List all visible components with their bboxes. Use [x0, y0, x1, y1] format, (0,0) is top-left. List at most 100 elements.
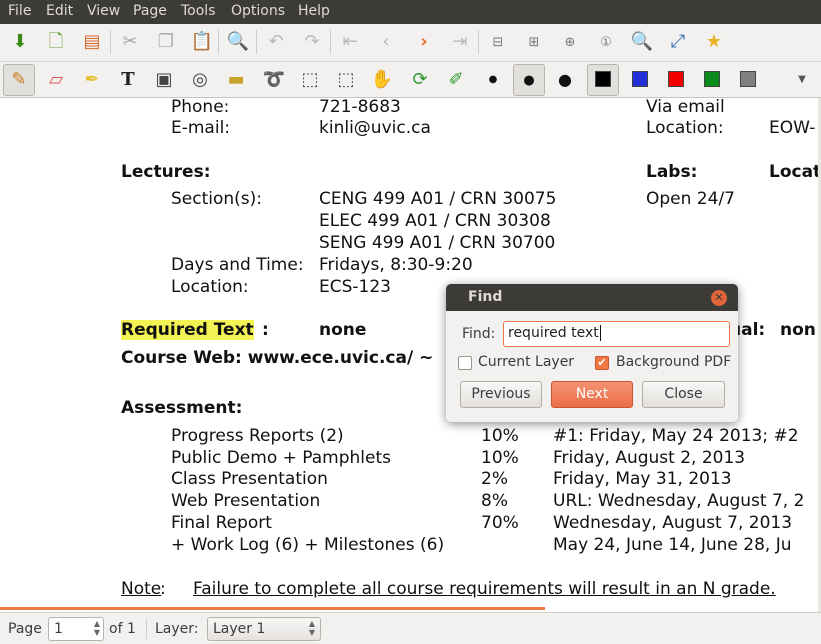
- menu-options[interactable]: Options: [231, 3, 285, 19]
- open-icon[interactable]: ▤: [80, 30, 104, 54]
- assessment-item: Progress Reports (2): [171, 426, 344, 446]
- section-elec: ELEC 499 A01 / CRN 30308: [319, 211, 551, 231]
- menu-edit[interactable]: Edit: [46, 3, 73, 19]
- manual-value-fragment: non: [780, 320, 816, 340]
- bookmark-star-icon[interactable]: ★: [702, 30, 726, 54]
- background-pdf-checkbox[interactable]: ✔: [595, 356, 609, 370]
- assessment-pct: 10%: [481, 448, 519, 468]
- find-input-value: required text: [508, 325, 599, 341]
- rect-select-icon[interactable]: ⬚: [298, 68, 322, 92]
- assessment-date: Wednesday, August 7, 2013: [553, 513, 793, 533]
- next-button[interactable]: Next: [551, 381, 633, 408]
- copy-icon[interactable]: ❐: [154, 30, 178, 54]
- assessment-item: Class Presentation: [171, 469, 328, 489]
- toolbar-overflow-icon[interactable]: ▼: [790, 68, 814, 92]
- assessment-item: Public Demo + Pamphlets: [171, 448, 392, 468]
- search-icon[interactable]: 🔍: [226, 30, 250, 54]
- section-ceng: CENG 499 A01 / CRN 30075: [319, 189, 557, 209]
- zoom-out-icon[interactable]: ⊟: [486, 30, 510, 54]
- previous-button[interactable]: Previous: [460, 381, 542, 408]
- color-green-swatch[interactable]: [704, 71, 720, 87]
- days-label: Days and Time:: [171, 255, 304, 275]
- note-colon: :: [160, 579, 166, 599]
- color-black-swatch[interactable]: [595, 71, 611, 87]
- menu-file[interactable]: File: [8, 3, 31, 19]
- assessment-date: Friday, May 31, 2013: [553, 469, 732, 489]
- color-red-swatch[interactable]: [668, 71, 684, 87]
- new-page-icon[interactable]: 🗋: [44, 30, 68, 54]
- assessment-pct: 2%: [481, 469, 508, 489]
- close-icon[interactable]: ✕: [711, 290, 727, 306]
- menu-bar: File Edit View Page Tools Options Help: [0, 0, 821, 24]
- zoom-in-icon[interactable]: ⊕: [558, 30, 582, 54]
- menu-help[interactable]: Help: [298, 3, 330, 19]
- eraser-icon[interactable]: ▱: [44, 68, 68, 92]
- thickness-medium-icon[interactable]: ●: [517, 68, 541, 92]
- assessment-pct: 70%: [481, 513, 519, 533]
- page-spinner-value: 1: [54, 621, 63, 637]
- ruler-icon[interactable]: ▬: [224, 68, 248, 92]
- current-layer-checkbox[interactable]: [458, 356, 472, 370]
- paste-icon[interactable]: 📋: [190, 30, 214, 54]
- page-spinner[interactable]: 1 ▲ ▼: [48, 617, 104, 641]
- assessment-pct: 10%: [481, 426, 519, 446]
- redo-icon[interactable]: ↷: [300, 30, 324, 54]
- menu-view[interactable]: View: [87, 3, 120, 19]
- email-value: kinli@uvic.ca: [319, 118, 431, 138]
- assessment-date: May 24, June 14, June 28, Ju: [553, 535, 792, 555]
- layer-select[interactable]: Layer 1 ▲ ▼: [207, 617, 321, 641]
- via-email-text: Via email: [646, 98, 725, 117]
- course-web-line: Course Web: www.ece.uvic.ca/ ~: [121, 348, 434, 368]
- prev-page-icon[interactable]: ‹: [374, 30, 398, 54]
- lasso-icon[interactable]: ➰: [262, 68, 286, 92]
- drawing-toolbar: ✎ ▱ ✒ T ▣ ◎ ▬ ➰ ⬚ ⬚ ✋ ⟳ ✐ ● ● ● ▼: [0, 62, 821, 98]
- note-label: Note: [121, 579, 162, 599]
- shape-recognizer-icon[interactable]: ◎: [188, 68, 212, 92]
- zoom-fit-icon[interactable]: ⊞: [522, 30, 546, 54]
- labs-open-text: Open 24/7: [646, 189, 735, 209]
- zoom-icon[interactable]: 🔍: [630, 30, 654, 54]
- location-value: ECS-123: [319, 277, 391, 297]
- first-page-icon[interactable]: ⇤: [338, 30, 362, 54]
- vertical-space-icon[interactable]: ⬚: [334, 68, 358, 92]
- background-pdf-label: Background PDF: [616, 354, 732, 370]
- days-value: Fridays, 8:30-9:20: [319, 255, 473, 275]
- last-page-icon[interactable]: ⇥: [448, 30, 472, 54]
- save-icon[interactable]: ⬇: [8, 30, 32, 54]
- page-count: of 1: [109, 621, 136, 637]
- next-page-icon[interactable]: ›: [412, 30, 436, 54]
- default-pen-icon[interactable]: ✐: [444, 68, 468, 92]
- default-tool-icon[interactable]: ⟳: [408, 68, 432, 92]
- thickness-fine-icon[interactable]: ●: [481, 68, 505, 92]
- color-blue-swatch[interactable]: [632, 71, 648, 87]
- assessment-date: Friday, August 2, 2013: [553, 448, 746, 468]
- menu-tools[interactable]: Tools: [181, 3, 216, 19]
- undo-icon[interactable]: ↶: [264, 30, 288, 54]
- find-input[interactable]: required text: [503, 321, 730, 347]
- zoom-normal-icon[interactable]: ①: [594, 30, 618, 54]
- assessment-heading: Assessment:: [121, 398, 243, 418]
- assessment-pct: 8%: [481, 491, 508, 511]
- menu-page[interactable]: Page: [133, 3, 167, 19]
- layer-label: Layer:: [155, 621, 199, 637]
- highlighter-icon[interactable]: ✒: [80, 68, 104, 92]
- text-tool-icon[interactable]: T: [116, 68, 140, 92]
- thickness-thick-icon[interactable]: ●: [553, 68, 577, 92]
- find-label: Find:: [462, 326, 496, 342]
- fullscreen-icon[interactable]: ⤢: [666, 30, 690, 54]
- select-arrows-icon[interactable]: ▲ ▼: [309, 619, 315, 637]
- image-tool-icon[interactable]: ▣: [152, 68, 176, 92]
- sections-label: Section(s):: [171, 189, 263, 209]
- pen-icon[interactable]: ✎: [7, 68, 31, 92]
- hand-icon[interactable]: ✋: [370, 68, 394, 92]
- phone-value: 721-8683: [319, 98, 401, 117]
- lectures-heading: Lectures:: [121, 162, 211, 182]
- cut-icon[interactable]: ✂: [118, 30, 142, 54]
- location-label: Location:: [171, 277, 249, 297]
- assessment-date: URL: Wednesday, August 7, 2: [553, 491, 805, 511]
- spinner-arrows-icon[interactable]: ▲ ▼: [94, 619, 100, 637]
- page-label: Page: [8, 621, 42, 637]
- close-button[interactable]: Close: [642, 381, 725, 408]
- main-toolbar: ⬇ 🗋 ▤ ✂ ❐ 📋 🔍 ↶ ↷ ⇤ ‹ › ⇥ ⊟ ⊞ ⊕ ① 🔍 ⤢ ★: [0, 24, 821, 62]
- color-gray-swatch[interactable]: [740, 71, 756, 87]
